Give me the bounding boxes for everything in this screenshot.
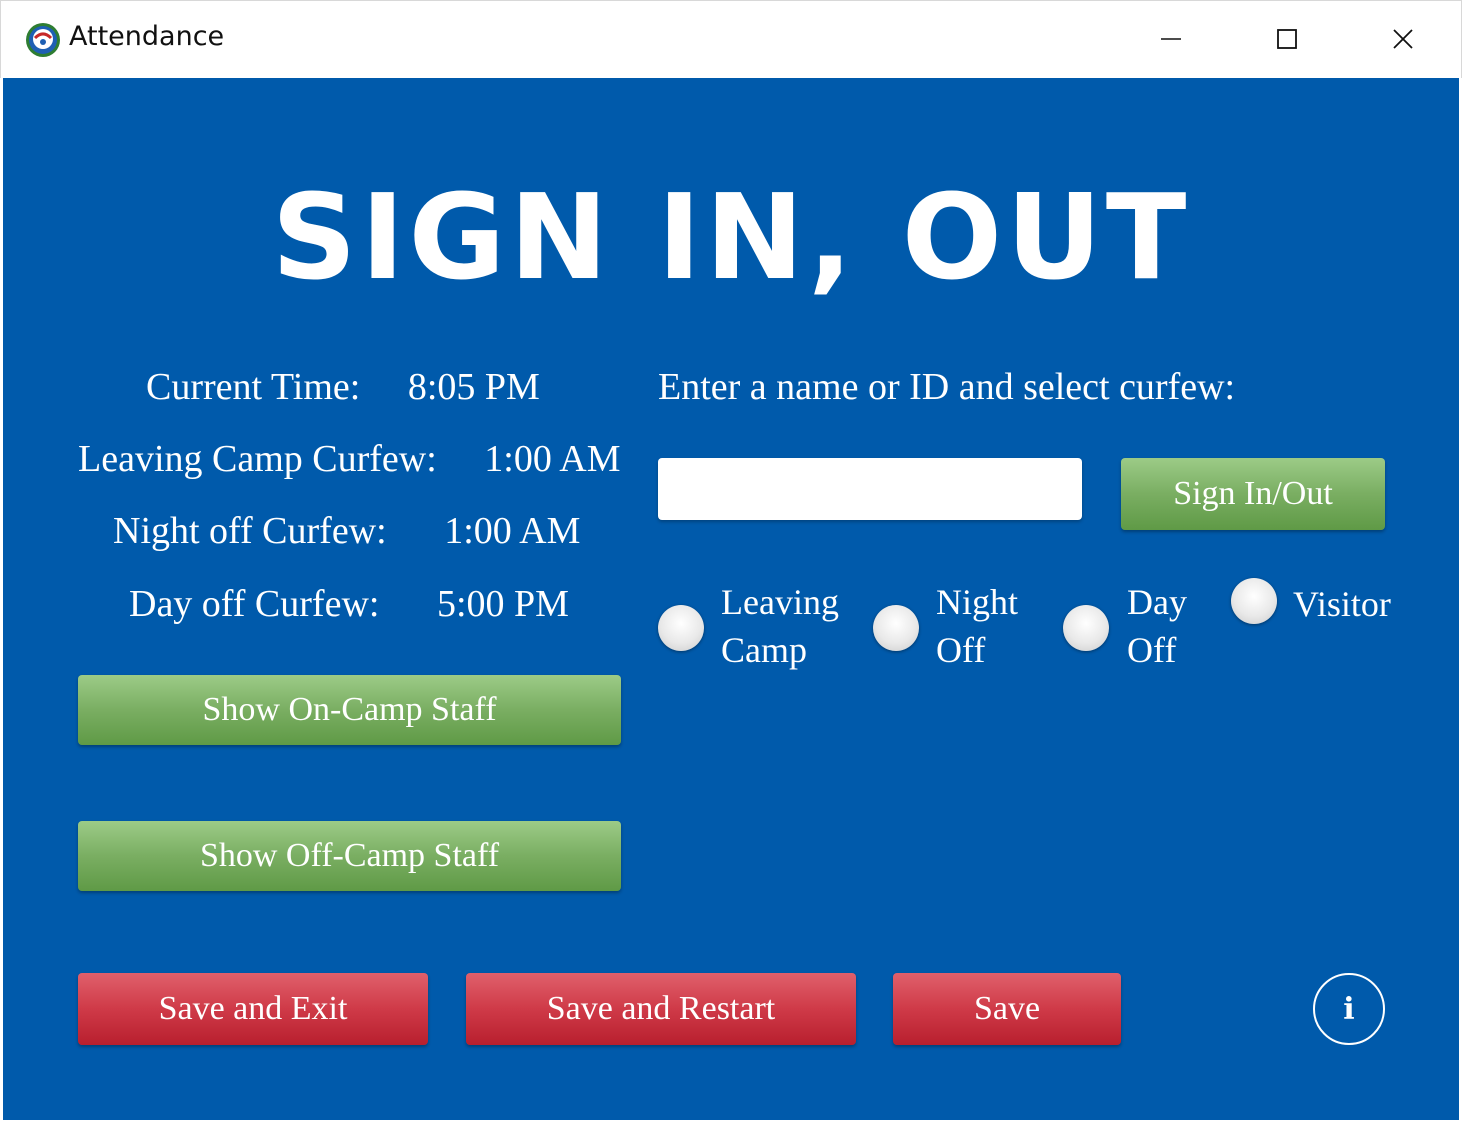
night-off-curfew-value: 1:00 AM [444, 510, 581, 552]
show-on-camp-staff-button[interactable]: Show On-Camp Staff [78, 675, 621, 745]
night-off-curfew-label: Night off Curfew: [113, 510, 387, 552]
page-title: SIGN IN, OUT [271, 168, 1191, 306]
leaving-camp-curfew-row: Leaving Camp Curfew: 1:00 AM [78, 440, 621, 478]
radio-leaving-camp[interactable] [658, 605, 704, 651]
window-title: Attendance [69, 21, 225, 52]
radio-day-off[interactable] [1063, 605, 1109, 651]
night-off-curfew-row: Night off Curfew: 1:00 AM [113, 512, 580, 550]
show-off-camp-staff-button[interactable]: Show Off-Camp Staff [78, 821, 621, 891]
current-time-value: 8:05 PM [407, 366, 540, 408]
attendance-window: Attendance SIGN IN, OUT Current Time: 8:… [0, 0, 1462, 1122]
current-time-row: Current Time: 8:05 PM [146, 368, 540, 406]
entry-prompt: Enter a name or ID and select curfew: [658, 366, 1236, 408]
sign-in-out-button[interactable]: Sign In/Out [1121, 458, 1385, 530]
radio-visitor[interactable] [1231, 578, 1277, 624]
day-off-curfew-row: Day off Curfew: 5:00 PM [129, 585, 569, 623]
title-bar[interactable]: Attendance [0, 0, 1462, 78]
info-button[interactable]: i [1313, 973, 1385, 1045]
minimize-button[interactable] [1143, 15, 1199, 63]
save-and-restart-button[interactable]: Save and Restart [466, 973, 856, 1045]
save-button[interactable]: Save [893, 973, 1121, 1045]
radio-night-off[interactable] [873, 605, 919, 651]
close-button[interactable] [1375, 15, 1431, 63]
info-icon: i [1343, 991, 1355, 1027]
close-icon [1393, 29, 1413, 49]
maximize-button[interactable] [1259, 15, 1315, 63]
radio-day-off-label: Day Off [1127, 582, 1187, 670]
name-id-input[interactable] [658, 458, 1082, 520]
maximize-icon [1277, 29, 1297, 49]
app-globe-icon [26, 23, 60, 57]
leaving-camp-curfew-label: Leaving Camp Curfew: [78, 438, 437, 480]
minimize-icon [1161, 38, 1181, 40]
main-panel: SIGN IN, OUT Current Time: 8:05 PM Leavi… [3, 78, 1459, 1120]
leaving-camp-curfew-value: 1:00 AM [484, 438, 621, 480]
radio-night-off-label: Night Off [936, 582, 1019, 670]
save-and-exit-button[interactable]: Save and Exit [78, 973, 428, 1045]
current-time-label: Current Time: [146, 366, 361, 408]
day-off-curfew-value: 5:00 PM [436, 583, 569, 625]
day-off-curfew-label: Day off Curfew: [129, 583, 380, 625]
radio-visitor-label: Visitor [1293, 584, 1391, 624]
radio-leaving-camp-label: Leaving Camp [721, 582, 839, 670]
